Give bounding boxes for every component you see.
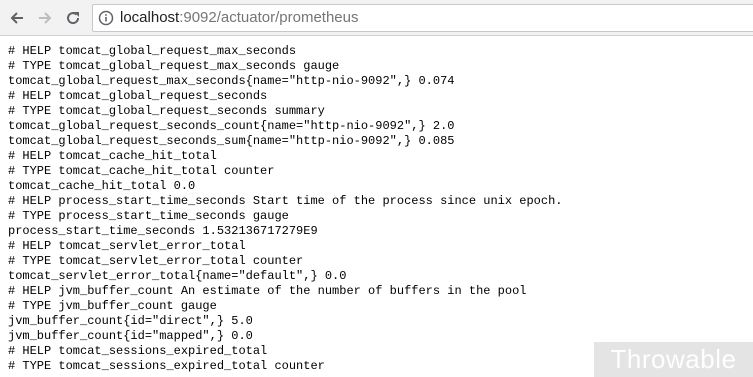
metric-line: tomcat_cache_hit_total 0.0 bbox=[8, 179, 196, 193]
url-host: localhost bbox=[120, 9, 180, 26]
url-text[interactable]: localhost:9092/actuator/prometheus bbox=[120, 9, 359, 27]
metric-line: # TYPE process_start_time_seconds gauge bbox=[8, 209, 289, 223]
metric-line: # HELP tomcat_sessions_expired_total bbox=[8, 344, 268, 358]
metric-line: process_start_time_seconds 1.53213671727… bbox=[8, 224, 318, 238]
back-button[interactable] bbox=[6, 7, 28, 29]
watermark-text: Throwable bbox=[610, 344, 737, 374]
info-icon[interactable] bbox=[98, 10, 114, 26]
metric-line: # TYPE tomcat_sessions_expired_total cou… bbox=[8, 359, 325, 373]
metric-line: # TYPE tomcat_servlet_error_total counte… bbox=[8, 254, 304, 268]
reload-button[interactable] bbox=[62, 7, 84, 29]
metric-line: # HELP tomcat_global_request_seconds bbox=[8, 89, 268, 103]
metric-line: # TYPE tomcat_global_request_seconds sum… bbox=[8, 104, 325, 118]
browser-toolbar: localhost:9092/actuator/prometheus bbox=[0, 0, 753, 36]
metric-line: # HELP tomcat_servlet_error_total bbox=[8, 239, 246, 253]
metrics-text: # HELP tomcat_global_request_max_seconds… bbox=[8, 44, 563, 374]
metric-line: jvm_buffer_count{id="direct",} 5.0 bbox=[8, 314, 253, 328]
url-path: :9092/actuator/prometheus bbox=[179, 9, 359, 26]
metric-line: # TYPE tomcat_global_request_max_seconds… bbox=[8, 59, 340, 73]
metric-line: tomcat_global_request_seconds_sum{name="… bbox=[8, 134, 455, 148]
reload-icon bbox=[67, 12, 80, 25]
forward-button[interactable] bbox=[34, 7, 56, 29]
address-bar[interactable]: localhost:9092/actuator/prometheus bbox=[92, 4, 753, 32]
metric-line: # HELP jvm_buffer_count An estimate of t… bbox=[8, 284, 527, 298]
metric-line: tomcat_servlet_error_total{name="default… bbox=[8, 269, 347, 283]
page-content: # HELP tomcat_global_request_max_seconds… bbox=[0, 36, 753, 377]
metric-line: # TYPE tomcat_cache_hit_total counter bbox=[8, 164, 275, 178]
metric-line: tomcat_global_request_seconds_count{name… bbox=[8, 119, 455, 133]
back-arrow-icon bbox=[10, 12, 23, 24]
metric-line: tomcat_global_request_max_seconds{name="… bbox=[8, 74, 455, 88]
metric-line: # HELP tomcat_global_request_max_seconds bbox=[8, 44, 297, 58]
metric-line: # TYPE jvm_buffer_count gauge bbox=[8, 299, 217, 313]
metric-line: jvm_buffer_count{id="mapped",} 0.0 bbox=[8, 329, 253, 343]
forward-arrow-icon bbox=[39, 12, 52, 24]
watermark: Throwable bbox=[594, 342, 753, 377]
metric-line: # HELP process_start_time_seconds Start … bbox=[8, 194, 563, 208]
metric-line: # HELP tomcat_cache_hit_total bbox=[8, 149, 217, 163]
